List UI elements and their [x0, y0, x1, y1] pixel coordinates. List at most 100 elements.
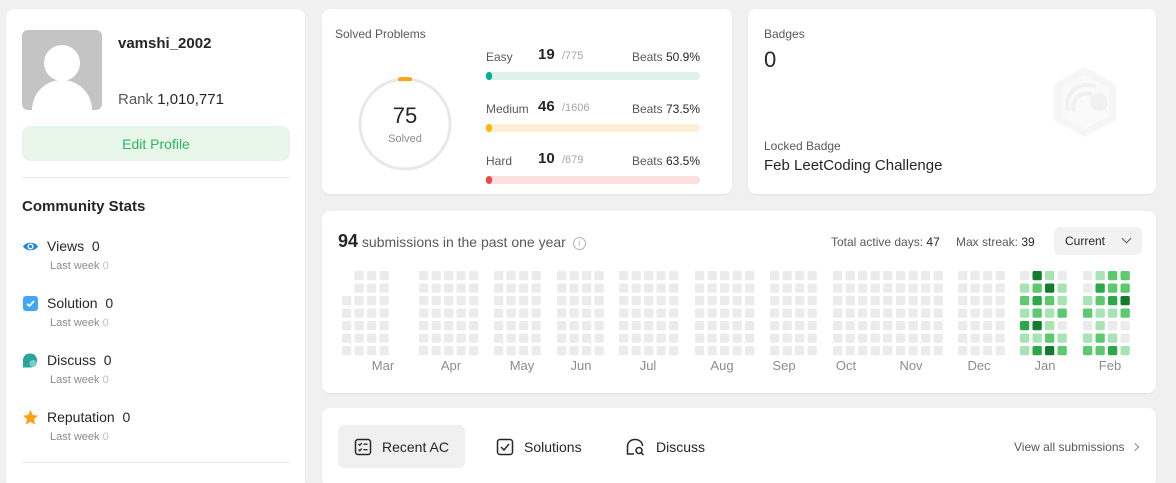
heatmap-cell[interactable]: [619, 346, 629, 356]
heatmap-cell[interactable]: [342, 321, 352, 331]
heatmap-cell[interactable]: [695, 271, 705, 281]
heatmap-cell[interactable]: [707, 308, 717, 318]
heatmap-cell[interactable]: [807, 308, 817, 318]
heatmap-cell[interactable]: [494, 333, 504, 343]
heatmap-cell[interactable]: [745, 271, 755, 281]
heatmap-cell[interactable]: [656, 283, 666, 293]
heatmap-cell[interactable]: [354, 308, 364, 318]
heatmap-cell[interactable]: [379, 321, 389, 331]
heatmap-cell[interactable]: [582, 346, 592, 356]
heatmap-cell[interactable]: [745, 346, 755, 356]
heatmap-cell[interactable]: [644, 346, 654, 356]
heatmap-cell[interactable]: [1045, 283, 1055, 293]
heatmap-cell[interactable]: [354, 296, 364, 306]
edit-profile-button[interactable]: Edit Profile: [22, 126, 290, 161]
heatmap-cell[interactable]: [883, 283, 893, 293]
heatmap-cell[interactable]: [469, 308, 479, 318]
heatmap-cell[interactable]: [631, 321, 641, 331]
heatmap-cell[interactable]: [732, 308, 742, 318]
heatmap-cell[interactable]: [795, 271, 805, 281]
heatmap-cell[interactable]: [983, 346, 993, 356]
view-all-submissions-link[interactable]: View all submissions: [1014, 440, 1139, 454]
heatmap-cell[interactable]: [582, 271, 592, 281]
heatmap-cell[interactable]: [883, 308, 893, 318]
heatmap-cell[interactable]: [431, 296, 441, 306]
heatmap-cell[interactable]: [1020, 308, 1030, 318]
heatmap-cell[interactable]: [883, 321, 893, 331]
heatmap-cell[interactable]: [807, 271, 817, 281]
heatmap-cell[interactable]: [983, 321, 993, 331]
heatmap-cell[interactable]: [1045, 321, 1055, 331]
heatmap-cell[interactable]: [995, 333, 1005, 343]
heatmap-cell[interactable]: [908, 271, 918, 281]
heatmap-cell[interactable]: [367, 321, 377, 331]
heatmap-cell[interactable]: [456, 308, 466, 318]
heatmap-cell[interactable]: [494, 346, 504, 356]
heatmap-cell[interactable]: [1020, 333, 1030, 343]
heatmap-cell[interactable]: [342, 346, 352, 356]
heatmap-cell[interactable]: [1032, 283, 1042, 293]
heatmap-cell[interactable]: [506, 283, 516, 293]
heatmap-cell[interactable]: [1120, 346, 1130, 356]
heatmap-cell[interactable]: [933, 271, 943, 281]
heatmap-cell[interactable]: [619, 321, 629, 331]
heatmap-cell[interactable]: [695, 333, 705, 343]
heatmap-cell[interactable]: [732, 321, 742, 331]
heatmap-cell[interactable]: [970, 346, 980, 356]
heatmap-cell[interactable]: [431, 333, 441, 343]
heatmap-cell[interactable]: [644, 283, 654, 293]
info-icon[interactable]: i: [572, 237, 586, 250]
heatmap-cell[interactable]: [531, 308, 541, 318]
heatmap-cell[interactable]: [782, 308, 792, 318]
heatmap-cell[interactable]: [745, 321, 755, 331]
heatmap-cell[interactable]: [631, 308, 641, 318]
heatmap-cell[interactable]: [958, 346, 968, 356]
heatmap-cell[interactable]: [431, 321, 441, 331]
heatmap-cell[interactable]: [506, 271, 516, 281]
heatmap-cell[interactable]: [1083, 296, 1093, 306]
heatmap-cell[interactable]: [619, 271, 629, 281]
heatmap-cell[interactable]: [354, 346, 364, 356]
heatmap-cell[interactable]: [342, 333, 352, 343]
heatmap-cell[interactable]: [896, 271, 906, 281]
heatmap-cell[interactable]: [519, 271, 529, 281]
heatmap-cell[interactable]: [582, 296, 592, 306]
heatmap-cell[interactable]: [933, 321, 943, 331]
heatmap-cell[interactable]: [782, 346, 792, 356]
heatmap-cell[interactable]: [833, 283, 843, 293]
heatmap-cell[interactable]: [367, 308, 377, 318]
heatmap-cell[interactable]: [631, 346, 641, 356]
heatmap-cell[interactable]: [995, 346, 1005, 356]
heatmap-cell[interactable]: [908, 296, 918, 306]
heatmap-cell[interactable]: [1095, 296, 1105, 306]
heatmap-cell[interactable]: [995, 271, 1005, 281]
heatmap-cell[interactable]: [770, 283, 780, 293]
heatmap-cell[interactable]: [1032, 346, 1042, 356]
heatmap-cell[interactable]: [494, 271, 504, 281]
heatmap-cell[interactable]: [569, 333, 579, 343]
heatmap-cell[interactable]: [419, 283, 429, 293]
heatmap-cell[interactable]: [367, 333, 377, 343]
heatmap-cell[interactable]: [1020, 283, 1030, 293]
heatmap-cell[interactable]: [921, 321, 931, 331]
heatmap-cell[interactable]: [456, 321, 466, 331]
heatmap-cell[interactable]: [995, 283, 1005, 293]
heatmap-cell[interactable]: [995, 321, 1005, 331]
heatmap-cell[interactable]: [745, 333, 755, 343]
heatmap-cell[interactable]: [858, 308, 868, 318]
heatmap-cell[interactable]: [958, 296, 968, 306]
heatmap-cell[interactable]: [870, 283, 880, 293]
heatmap-cell[interactable]: [958, 283, 968, 293]
heatmap-cell[interactable]: [656, 271, 666, 281]
heatmap-cell[interactable]: [456, 283, 466, 293]
heatmap-cell[interactable]: [745, 296, 755, 306]
heatmap-cell[interactable]: [1083, 283, 1093, 293]
heatmap-cell[interactable]: [594, 346, 604, 356]
heatmap-cell[interactable]: [1057, 296, 1067, 306]
heatmap-cell[interactable]: [1057, 283, 1067, 293]
heatmap-cell[interactable]: [958, 308, 968, 318]
heatmap-cell[interactable]: [569, 271, 579, 281]
heatmap-cell[interactable]: [644, 296, 654, 306]
heatmap-cell[interactable]: [656, 333, 666, 343]
heatmap-cell[interactable]: [1045, 346, 1055, 356]
